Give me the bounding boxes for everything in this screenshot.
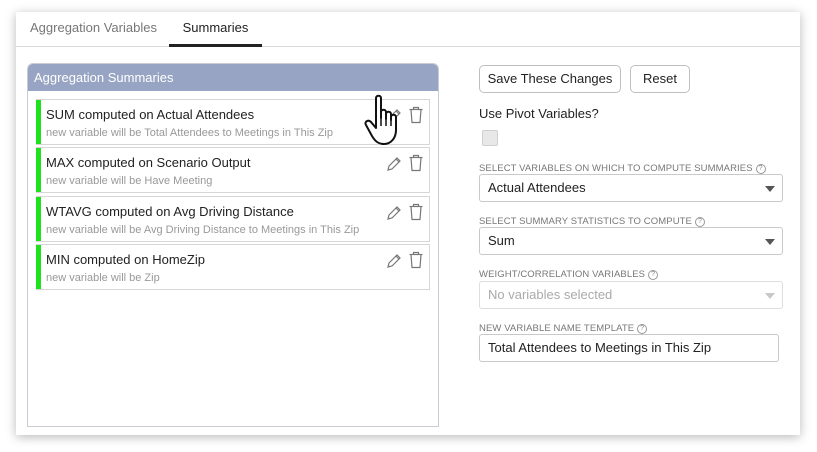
help-icon[interactable]: ?: [695, 217, 705, 227]
chevron-down-icon: [765, 293, 775, 299]
item-subtitle: new variable will be Have Meeting: [46, 175, 213, 187]
item-accent-bar: [36, 197, 41, 241]
trash-icon[interactable]: [408, 203, 424, 221]
item-accent-bar: [36, 245, 41, 289]
panel-title: Aggregation Summaries: [28, 64, 438, 91]
template-field-label: NEW VARIABLE NAME TEMPLATE?: [479, 323, 648, 334]
save-changes-button[interactable]: Save These Changes: [479, 65, 621, 93]
pencil-icon[interactable]: [385, 204, 403, 222]
use-pivot-label: Use Pivot Variables?: [479, 106, 599, 121]
select-placeholder: No variables selected: [488, 287, 613, 302]
variable-name-template-input[interactable]: Total Attendees to Meetings in This Zip: [479, 334, 779, 362]
use-pivot-checkbox[interactable]: [482, 130, 498, 146]
variables-field-label: SELECT VARIABLES ON WHICH TO COMPUTE SUM…: [479, 163, 766, 174]
tab-aggregation-variables[interactable]: Aggregation Variables: [30, 12, 157, 45]
trash-icon[interactable]: [408, 251, 424, 269]
pencil-icon[interactable]: [385, 155, 403, 173]
help-icon[interactable]: ?: [755, 164, 766, 174]
select-value: Sum: [488, 233, 515, 248]
item-title: MAX computed on Scenario Output: [46, 155, 251, 170]
tab-bar: Aggregation Variables Summaries: [16, 12, 800, 47]
tab-summaries[interactable]: Summaries: [169, 12, 262, 47]
chevron-down-icon: [765, 239, 775, 245]
field-label-text: NEW VARIABLE NAME TEMPLATE: [479, 323, 635, 334]
item-subtitle: new variable will be Total Attendees to …: [46, 127, 333, 139]
item-accent-bar: [36, 100, 41, 144]
item-title: MIN computed on HomeZip: [46, 252, 205, 267]
summary-item[interactable]: MAX computed on Scenario Output new vari…: [36, 147, 430, 193]
trash-icon[interactable]: [408, 154, 424, 172]
field-label-text: SELECT SUMMARY STATISTICS TO COMPUTE: [479, 216, 692, 227]
item-title: WTAVG computed on Avg Driving Distance: [46, 204, 294, 219]
summaries-window: Aggregation Variables Summaries Aggregat…: [16, 12, 800, 435]
statistics-select[interactable]: Sum: [479, 227, 783, 255]
variables-select[interactable]: Actual Attendees: [479, 174, 783, 202]
summary-item[interactable]: SUM computed on Actual Attendees new var…: [36, 99, 430, 145]
item-subtitle: new variable will be Avg Driving Distanc…: [46, 224, 360, 236]
summary-item[interactable]: MIN computed on HomeZip new variable wil…: [36, 244, 430, 290]
field-label-text: SELECT VARIABLES ON WHICH TO COMPUTE SUM…: [479, 163, 753, 174]
select-value: Actual Attendees: [488, 180, 586, 195]
help-icon[interactable]: ?: [637, 324, 648, 334]
pencil-icon[interactable]: [385, 107, 403, 125]
item-title: SUM computed on Actual Attendees: [46, 107, 255, 122]
chevron-down-icon: [765, 186, 775, 192]
field-label-text: WEIGHT/CORRELATION VARIABLES: [479, 269, 646, 280]
weight-select: No variables selected: [479, 281, 783, 309]
item-accent-bar: [36, 148, 41, 192]
help-icon[interactable]: ?: [648, 270, 659, 280]
aggregation-summaries-panel: Aggregation Summaries SUM computed on Ac…: [27, 63, 439, 427]
item-subtitle: new variable will be Zip: [46, 272, 160, 284]
statistics-field-label: SELECT SUMMARY STATISTICS TO COMPUTE?: [479, 216, 705, 227]
reset-button[interactable]: Reset: [630, 65, 690, 93]
pencil-icon[interactable]: [385, 252, 403, 270]
weight-field-label: WEIGHT/CORRELATION VARIABLES?: [479, 269, 659, 280]
summary-item[interactable]: WTAVG computed on Avg Driving Distance n…: [36, 196, 430, 242]
trash-icon[interactable]: [408, 106, 424, 124]
